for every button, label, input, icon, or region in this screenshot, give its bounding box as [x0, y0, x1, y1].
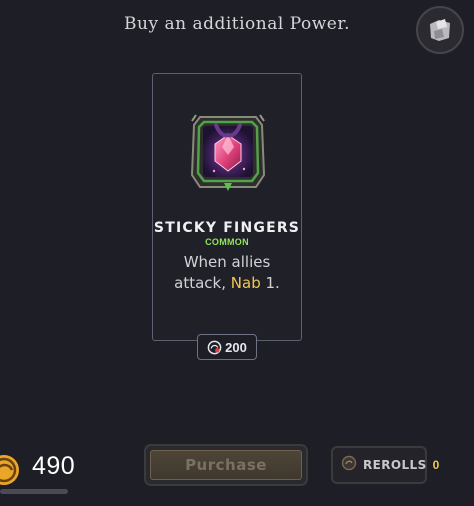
description-mid: attack, — [174, 274, 227, 292]
sticky-fingers-gem-icon — [186, 111, 270, 195]
price-tag: 200 — [197, 334, 257, 360]
gold-coin-icon — [0, 452, 22, 493]
map-button[interactable] — [416, 6, 464, 54]
rerolls-count: 0 — [432, 458, 440, 472]
keyword-nab[interactable]: Nab — [231, 274, 261, 292]
power-name: STICKY FINGERS — [153, 220, 301, 236]
coin-icon — [207, 340, 222, 355]
gold-bar — [0, 489, 68, 494]
purchase-label: Purchase — [150, 450, 302, 480]
map-icon — [430, 19, 450, 41]
gold-amount: 490 — [32, 452, 76, 480]
power-card[interactable]: STICKY FINGERS COMMON When allies attack… — [152, 73, 302, 341]
purchase-button[interactable]: Purchase — [144, 444, 308, 486]
reroll-coin-icon — [341, 455, 357, 476]
description-suffix: 1. — [265, 274, 280, 292]
power-description: When allies attack, Nab 1. — [153, 252, 301, 294]
rarity-label: COMMON — [205, 237, 249, 247]
description-line-1: When allies — [183, 253, 271, 271]
rerolls-label: REROLLS — [363, 458, 427, 472]
reroll-button[interactable]: REROLLS 0 — [331, 446, 439, 484]
price-value: 200 — [225, 339, 247, 355]
description-line-2: attack, Nab 1. — [153, 273, 301, 294]
prompt-text: Buy an additional Power. — [124, 14, 350, 34]
